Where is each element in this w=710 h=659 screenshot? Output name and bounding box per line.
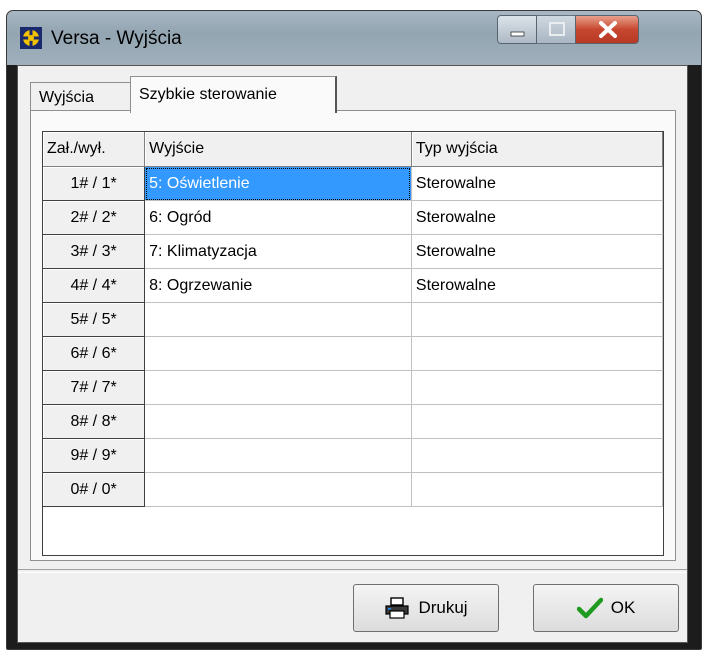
tab-outputs[interactable]: Wyjścia: [30, 82, 131, 112]
row-key-cell[interactable]: 1# / 1*: [43, 166, 146, 201]
table-row[interactable]: 2# / 2* 6: Ogród Sterowalne: [43, 200, 663, 235]
output-cell[interactable]: [144, 404, 412, 439]
table-row[interactable]: 0# / 0*: [43, 472, 663, 507]
printer-icon: [385, 597, 410, 619]
dialog-client-area: Wyjścia Szybkie sterowanie Zał./wył. Wyj…: [17, 65, 688, 643]
output-cell[interactable]: [144, 370, 412, 405]
column-header-output[interactable]: Wyjście: [144, 132, 412, 167]
output-type-cell[interactable]: [411, 336, 663, 371]
table-row[interactable]: 9# / 9*: [43, 438, 663, 473]
grid-header-row: Zał./wył. Wyjście Typ wyjścia: [43, 132, 663, 167]
output-cell[interactable]: 6: Ogród: [144, 200, 412, 235]
table-row[interactable]: 4# / 4* 8: Ogrzewanie Sterowalne: [43, 268, 663, 303]
output-cell[interactable]: 8: Ogrzewanie: [144, 268, 412, 303]
table-row[interactable]: 8# / 8*: [43, 404, 663, 439]
title-bar[interactable]: Versa - Wyjścia: [7, 11, 701, 65]
row-key-cell[interactable]: 6# / 6*: [43, 336, 146, 371]
row-key-cell[interactable]: 0# / 0*: [43, 472, 146, 507]
output-cell[interactable]: [144, 336, 412, 371]
row-key-cell[interactable]: 3# / 3*: [43, 234, 146, 269]
tab-quick-control-label: Szybkie sterowanie: [139, 86, 277, 103]
close-button[interactable]: [575, 15, 639, 44]
window-title: Versa - Wyjścia: [51, 28, 182, 49]
output-cell[interactable]: 5: Oświetlenie: [144, 166, 412, 201]
output-type-cell[interactable]: Sterowalne: [411, 166, 663, 201]
output-cell[interactable]: [144, 438, 412, 473]
output-type-cell[interactable]: [411, 438, 663, 473]
output-cell[interactable]: [144, 302, 412, 337]
table-row[interactable]: 6# / 6*: [43, 336, 663, 371]
maximize-icon: [549, 22, 565, 36]
app-window: Versa - Wyjścia Wyjścia Szybkie sterowan…: [6, 10, 702, 650]
outputs-grid[interactable]: Zał./wył. Wyjście Typ wyjścia 1# / 1* 5:…: [42, 131, 664, 556]
row-key-cell[interactable]: 8# / 8*: [43, 404, 146, 439]
ok-button[interactable]: OK: [533, 584, 679, 632]
output-type-cell[interactable]: [411, 370, 663, 405]
row-key-cell[interactable]: 9# / 9*: [43, 438, 146, 473]
column-header-onoff[interactable]: Zał./wył.: [43, 132, 146, 167]
output-cell[interactable]: 7: Klimatyzacja: [144, 234, 412, 269]
minimize-button[interactable]: [497, 15, 537, 44]
outputs-table: Zał./wył. Wyjście Typ wyjścia 1# / 1* 5:…: [43, 132, 663, 507]
row-key-cell[interactable]: 2# / 2*: [43, 200, 146, 235]
row-key-cell[interactable]: 7# / 7*: [43, 370, 146, 405]
table-row[interactable]: 1# / 1* 5: Oświetlenie Sterowalne: [43, 166, 663, 201]
row-key-cell[interactable]: 4# / 4*: [43, 268, 146, 303]
row-key-cell[interactable]: 5# / 5*: [43, 302, 146, 337]
table-row[interactable]: 3# / 3* 7: Klimatyzacja Sterowalne: [43, 234, 663, 269]
tab-quick-control[interactable]: Szybkie sterowanie: [130, 76, 337, 113]
close-icon: [599, 21, 617, 38]
output-cell[interactable]: [144, 472, 412, 507]
output-type-cell[interactable]: Sterowalne: [411, 268, 663, 303]
app-logo-icon: [20, 27, 42, 49]
minimize-icon: [510, 31, 525, 37]
output-type-cell[interactable]: [411, 404, 663, 439]
checkmark-icon: [576, 597, 603, 619]
table-row[interactable]: 5# / 5*: [43, 302, 663, 337]
maximize-button[interactable]: [536, 15, 576, 44]
output-type-cell[interactable]: Sterowalne: [411, 234, 663, 269]
output-type-cell[interactable]: [411, 472, 663, 507]
ok-button-label: OK: [610, 598, 636, 617]
tab-outputs-label: Wyjścia: [39, 89, 94, 106]
column-header-output-type[interactable]: Typ wyjścia: [411, 132, 663, 167]
print-button-label: Drukuj: [418, 598, 468, 617]
table-row[interactable]: 7# / 7*: [43, 370, 663, 405]
print-button[interactable]: Drukuj: [353, 584, 499, 632]
button-bar-divider: [18, 569, 687, 573]
output-type-cell[interactable]: Sterowalne: [411, 200, 663, 235]
output-type-cell[interactable]: [411, 302, 663, 337]
